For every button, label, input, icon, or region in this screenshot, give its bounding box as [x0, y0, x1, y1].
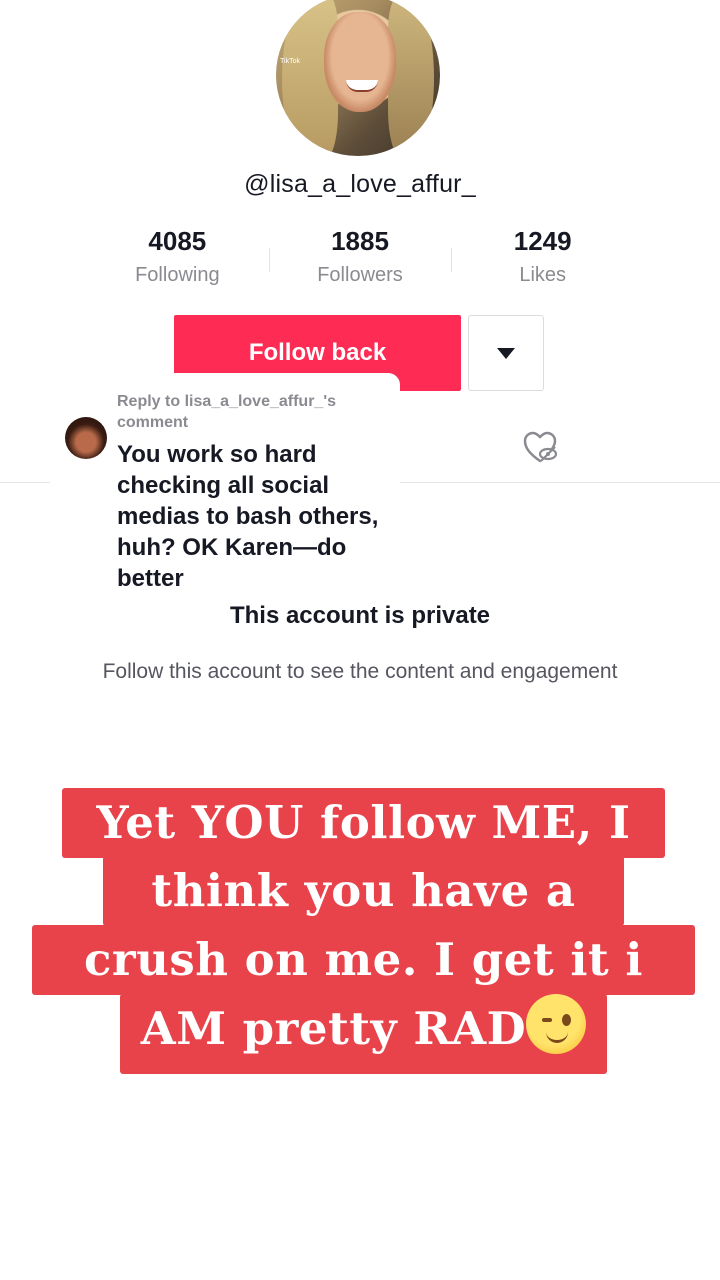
reply-comment-sticker: Reply to lisa_a_love_affur_'s comment Yo…	[50, 373, 400, 603]
profile-stats: 4085 Following 1885 Followers 1249 Likes	[86, 226, 634, 296]
avatar-face	[324, 12, 396, 112]
caption-line-last: AM pretty RAD	[120, 994, 607, 1074]
private-account-subtitle: Follow this account to see the content a…	[102, 660, 618, 683]
avatar-hair	[388, 0, 434, 156]
suggested-accounts-dropdown-button[interactable]	[468, 315, 544, 391]
liked-hidden-icon[interactable]	[522, 430, 558, 464]
stat-following-label: Following	[135, 264, 220, 286]
stat-following-value: 4085	[148, 226, 207, 256]
winking-face-emoji	[526, 994, 587, 1054]
commenter-avatar	[65, 417, 107, 459]
avatar-watermark: TikTok	[280, 58, 300, 65]
stat-followers-label: Followers	[317, 264, 403, 286]
stat-likes-value: 1249	[513, 226, 572, 256]
caption-line: AM pretty RAD	[140, 1002, 527, 1055]
stat-followers-value: 1885	[331, 226, 389, 256]
stat-likes[interactable]: 1249 Likes	[451, 226, 634, 296]
private-account-title: This account is private	[229, 602, 491, 629]
profile-username: @lisa_a_love_affur_	[244, 170, 476, 198]
caret-down-icon	[497, 347, 515, 359]
caption-line: Yet YOU follow ME, I	[62, 788, 665, 858]
stat-followers[interactable]: 1885 Followers	[268, 226, 452, 296]
stat-likes-label: Likes	[519, 264, 567, 286]
caption-line: think you have a	[103, 856, 624, 926]
reply-meta: Reply to lisa_a_love_affur_'s comment	[117, 393, 337, 431]
reply-text: You work so hard checking all social med…	[117, 441, 379, 592]
caption-line: crush on me. I get it i	[32, 925, 695, 995]
stat-following[interactable]: 4085 Following	[86, 226, 269, 296]
emoji-eye	[562, 1014, 572, 1026]
profile-avatar[interactable]: TikTok	[276, 0, 440, 156]
